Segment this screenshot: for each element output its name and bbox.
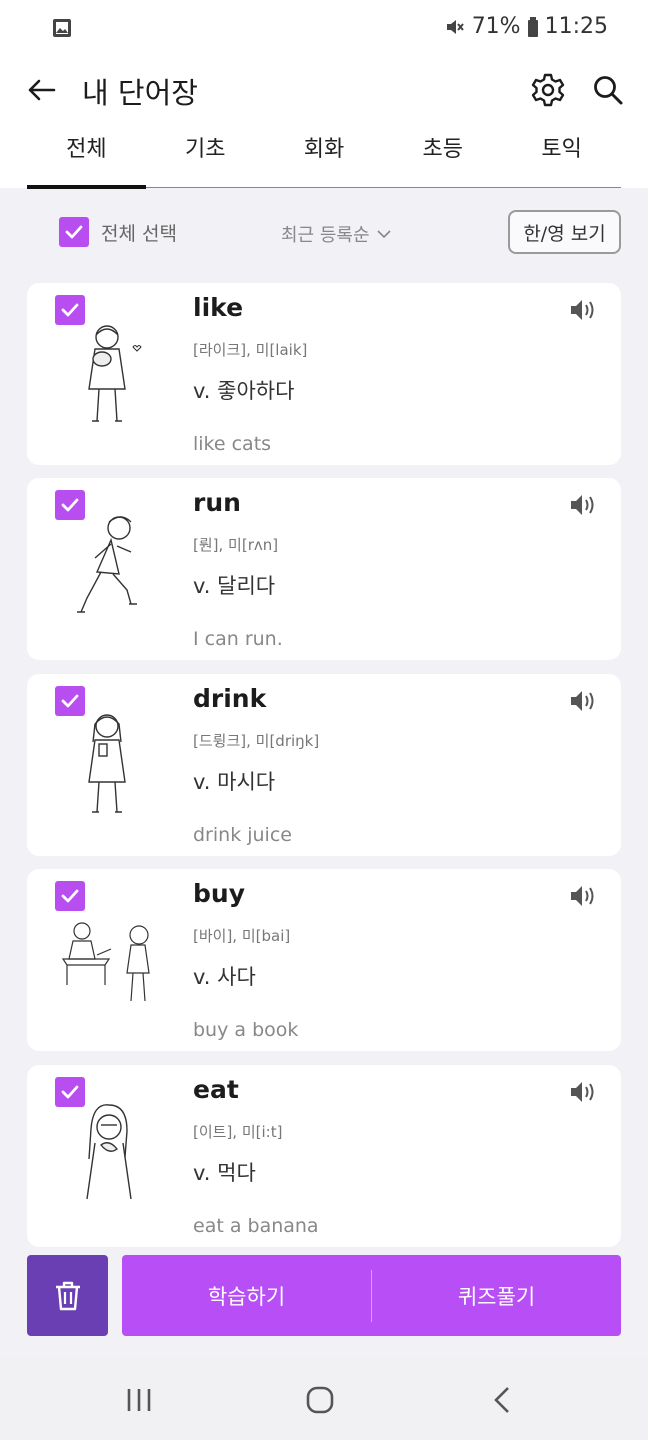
word-example: drink juice bbox=[193, 824, 292, 846]
word-pronunciation: [뤈], 미[rʌn] bbox=[193, 536, 279, 554]
checkmark-icon bbox=[65, 225, 83, 239]
back-arrow-icon[interactable] bbox=[24, 72, 60, 108]
search-icon[interactable] bbox=[590, 72, 626, 108]
system-nav-bar bbox=[0, 1358, 648, 1440]
study-button[interactable]: 학습하기 bbox=[122, 1281, 371, 1311]
word-meaning: v. 좋아하다 bbox=[193, 379, 295, 403]
speaker-icon[interactable] bbox=[569, 883, 599, 909]
trash-icon bbox=[55, 1281, 80, 1310]
word-example: buy a book bbox=[193, 1019, 299, 1041]
select-all-toggle[interactable]: 전체 선택 bbox=[59, 217, 177, 247]
tab-all[interactable]: 전체 bbox=[27, 128, 146, 189]
word-meaning: v. 사다 bbox=[193, 965, 256, 989]
word-card-like[interactable]: like [라이크], 미[laik] v. 좋아하다 like cats bbox=[27, 283, 621, 465]
word-example: like cats bbox=[193, 433, 272, 455]
word-pronunciation: [라이크], 미[laik] bbox=[193, 341, 308, 359]
sort-dropdown[interactable]: 최근 등록순 bbox=[281, 221, 392, 247]
word-text: buy bbox=[193, 879, 245, 908]
word-text: run bbox=[193, 488, 241, 517]
tab-conversation[interactable]: 회화 bbox=[265, 128, 384, 187]
home-icon[interactable] bbox=[306, 1386, 334, 1414]
word-card-eat[interactable]: eat [이트], 미[i:t] v. 먹다 eat a banana bbox=[27, 1065, 621, 1247]
word-meaning: v. 먹다 bbox=[193, 1161, 256, 1185]
word-text: drink bbox=[193, 684, 267, 713]
speaker-icon[interactable] bbox=[569, 297, 599, 323]
speaker-icon[interactable] bbox=[569, 1079, 599, 1105]
sort-label: 최근 등록순 bbox=[281, 225, 370, 246]
speaker-icon[interactable] bbox=[569, 492, 599, 518]
word-example: I can run. bbox=[193, 628, 283, 650]
girl-eating-illustration bbox=[86, 1104, 132, 1200]
recent-apps-icon[interactable] bbox=[126, 1387, 152, 1413]
word-example: eat a banana bbox=[193, 1215, 319, 1237]
category-tabs: 전체 기초 회화 초등 토익 bbox=[0, 128, 648, 189]
word-meaning: v. 달리다 bbox=[193, 574, 276, 598]
word-pronunciation: [드륑크], 미[driŋk] bbox=[193, 732, 320, 750]
battery-icon bbox=[527, 16, 538, 37]
page-title: 내 단어장 bbox=[82, 76, 198, 110]
status-bar: 71% 11:25 bbox=[0, 0, 648, 56]
word-pronunciation: [이트], 미[i:t] bbox=[193, 1123, 283, 1141]
language-toggle-button[interactable]: 한/영 보기 bbox=[508, 210, 621, 254]
settings-gear-icon[interactable] bbox=[530, 72, 566, 108]
clock: 11:25 bbox=[544, 14, 608, 39]
nav-back-icon[interactable] bbox=[492, 1386, 512, 1414]
mute-icon bbox=[446, 19, 464, 34]
study-actions: 학습하기 퀴즈풀기 bbox=[122, 1255, 621, 1336]
speaker-icon[interactable] bbox=[569, 688, 599, 714]
list-controls: 전체 선택 최근 등록순 한/영 보기 bbox=[0, 188, 648, 278]
select-all-checkbox[interactable] bbox=[59, 217, 89, 247]
tab-elementary[interactable]: 초등 bbox=[383, 128, 502, 187]
word-card-run[interactable]: run [뤈], 미[rʌn] v. 달리다 I can run. bbox=[27, 478, 621, 660]
delete-button[interactable] bbox=[27, 1255, 108, 1336]
word-card-drink[interactable]: drink [드륑크], 미[driŋk] v. 마시다 drink juice bbox=[27, 674, 621, 856]
tab-basic[interactable]: 기초 bbox=[146, 128, 265, 187]
battery-percent: 71% bbox=[471, 14, 521, 39]
word-pronunciation: [바이], 미[bai] bbox=[193, 927, 291, 945]
shop-purchase-illustration bbox=[61, 922, 150, 1002]
word-meaning: v. 마시다 bbox=[193, 770, 276, 794]
word-text: eat bbox=[193, 1075, 239, 1104]
word-card-buy[interactable]: buy [바이], 미[bai] v. 사다 buy a book bbox=[27, 869, 621, 1051]
girl-drinking-illustration bbox=[88, 714, 126, 813]
image-notification-icon bbox=[53, 19, 71, 37]
chevron-down-icon bbox=[376, 230, 391, 239]
quiz-button[interactable]: 퀴즈풀기 bbox=[372, 1281, 621, 1311]
select-all-label: 전체 선택 bbox=[101, 222, 177, 245]
boy-running-illustration bbox=[77, 516, 137, 613]
girl-holding-cat-illustration bbox=[88, 325, 142, 422]
word-text: like bbox=[193, 293, 244, 322]
app-header: 내 단어장 bbox=[0, 56, 648, 128]
tab-toeic[interactable]: 토익 bbox=[502, 128, 621, 187]
